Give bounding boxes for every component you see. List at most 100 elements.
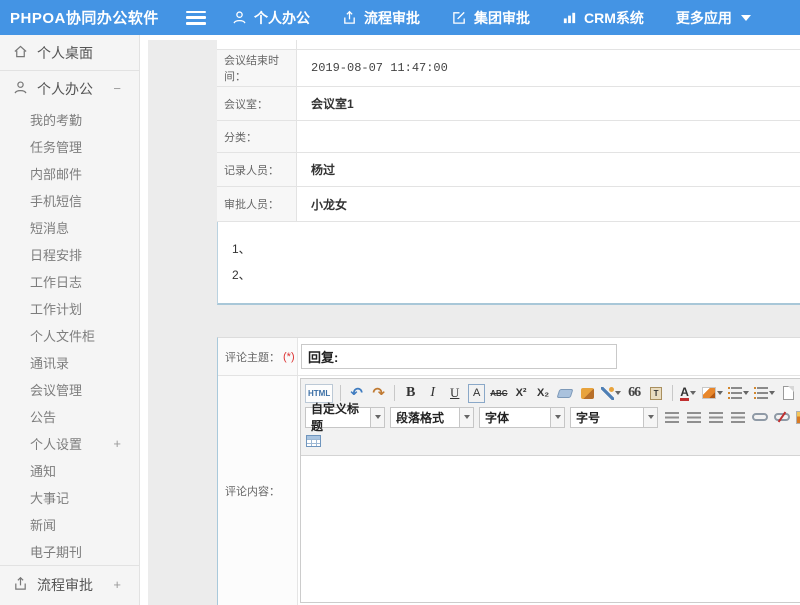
sidebar-item-personal-desktop[interactable]: 个人桌面	[0, 35, 139, 71]
required-mark: (*)	[283, 351, 295, 363]
sidebar-item-contacts[interactable]: 通讯录	[0, 349, 139, 376]
sidebar-item-label: 个人办公	[37, 79, 93, 99]
top-navigation: 个人办公 流程审批 集团审批	[232, 8, 751, 28]
insert-link-icon[interactable]	[751, 408, 768, 427]
menu-toggle-icon[interactable]	[186, 11, 206, 25]
sidebar-item-personal-files[interactable]: 个人文件柜	[0, 322, 139, 349]
user-icon	[13, 80, 28, 98]
sidebar-item-major-events[interactable]: 大事记	[0, 484, 139, 511]
underline-button[interactable]: U	[446, 384, 463, 403]
sidebar-item-label: 新闻	[30, 515, 56, 534]
remove-link-icon[interactable]	[773, 408, 790, 427]
expand-icon[interactable]: +	[113, 577, 121, 592]
caret-down-icon	[717, 391, 723, 395]
highlight-color-button[interactable]	[702, 384, 723, 403]
sidebar-item-work-plan[interactable]: 工作计划	[0, 295, 139, 322]
dropdown-label: 自定义标题	[306, 408, 370, 427]
dropdown-label: 字体	[480, 408, 550, 427]
sidebar-group-personal-office[interactable]: 个人办公 −	[0, 71, 139, 106]
row-label-cell: 会议室：	[217, 87, 297, 120]
nav-crm-system[interactable]: CRM系统	[562, 8, 644, 28]
toolbar-separator	[394, 385, 395, 401]
sidebar-item-work-log[interactable]: 工作日志	[0, 268, 139, 295]
table-row-partial	[217, 40, 800, 50]
row-label-cell: 审批人员：	[217, 187, 297, 221]
nav-more-apps[interactable]: 更多应用	[676, 8, 751, 28]
blockquote-button[interactable]: 66	[626, 384, 643, 403]
insert-image-icon[interactable]	[795, 408, 800, 427]
italic-button[interactable]: I	[424, 384, 441, 403]
format-brush-icon[interactable]	[579, 384, 596, 403]
align-right-button[interactable]	[707, 408, 724, 427]
sidebar-item-my-attendance[interactable]: 我的考勤	[0, 106, 139, 133]
sidebar-item-e-journal[interactable]: 电子期刊	[0, 538, 139, 565]
align-left-button[interactable]	[663, 408, 680, 427]
sidebar-item-personal-settings[interactable]: 个人设置+	[0, 430, 139, 457]
new-page-icon[interactable]	[780, 384, 797, 403]
main-area: 会议结束时间： 2019-08-07 11:47:00 会议室： 会议室1 分类…	[140, 35, 800, 605]
font-color-button[interactable]: A	[680, 384, 697, 403]
sidebar-item-label: 流程审批	[37, 575, 93, 595]
sidebar-item-meeting-management[interactable]: 会议管理	[0, 376, 139, 403]
sidebar: 个人桌面 个人办公 − 我的考勤 任务管理 内部邮件 手机短信 短消息 日程安排…	[0, 35, 140, 605]
sidebar-item-task-management[interactable]: 任务管理	[0, 133, 139, 160]
sidebar-item-label: 短消息	[30, 218, 69, 237]
row-value-cell	[297, 40, 800, 49]
nav-group-approval[interactable]: 集团审批	[452, 8, 530, 28]
font-style-button[interactable]: A	[468, 384, 485, 403]
field-value: 2019-08-07 11:47:00	[311, 61, 448, 75]
sidebar-item-internal-mail[interactable]: 内部邮件	[0, 160, 139, 187]
editor-content-area[interactable]	[301, 456, 800, 602]
sidebar-item-label: 日程安排	[30, 245, 82, 264]
field-label: 会议室：	[224, 96, 268, 112]
bold-button[interactable]: B	[402, 384, 419, 403]
content-area: 会议结束时间： 2019-08-07 11:47:00 会议室： 会议室1 分类…	[148, 40, 800, 605]
collapse-icon[interactable]: −	[113, 81, 121, 96]
caret-down-icon	[769, 391, 775, 395]
bar-chart-icon	[562, 10, 577, 25]
font-family-dropdown[interactable]: 字体	[479, 407, 565, 428]
font-size-dropdown[interactable]: 字号	[570, 407, 658, 428]
table-row-category: 分类：	[217, 121, 800, 153]
sidebar-item-notification[interactable]: 通知	[0, 457, 139, 484]
sidebar-item-label: 我的考勤	[30, 110, 82, 129]
align-justify-button[interactable]	[729, 408, 746, 427]
sidebar-item-news[interactable]: 新闻	[0, 511, 139, 538]
paste-as-text-icon[interactable]: T	[648, 384, 665, 403]
sidebar-item-short-message[interactable]: 短消息	[0, 214, 139, 241]
nav-label: 流程审批	[364, 8, 420, 28]
caret-down-icon	[615, 391, 621, 395]
subscript-button[interactable]: X₂	[535, 384, 552, 403]
paragraph-format-dropdown[interactable]: 段落格式	[390, 407, 474, 428]
superscript-button[interactable]: X²	[513, 384, 530, 403]
unordered-list-button[interactable]	[754, 384, 775, 403]
align-center-button[interactable]	[685, 408, 702, 427]
row-value-cell: 2019-08-07 11:47:00	[297, 50, 800, 86]
sidebar-item-sms[interactable]: 手机短信	[0, 187, 139, 214]
sidebar-item-announcement[interactable]: 公告	[0, 403, 139, 430]
nav-label: CRM系统	[584, 8, 644, 28]
expand-icon[interactable]: +	[113, 436, 121, 451]
nav-label: 更多应用	[676, 8, 732, 28]
home-icon	[13, 44, 28, 62]
sidebar-item-schedule[interactable]: 日程安排	[0, 241, 139, 268]
caret-down-icon	[643, 408, 657, 427]
strikethrough-button[interactable]: ABC	[490, 384, 507, 403]
nav-personal-office[interactable]: 个人办公	[232, 8, 310, 28]
ordered-list-button[interactable]	[728, 384, 749, 403]
comment-subject-input[interactable]	[301, 344, 617, 369]
sidebar-group-workflow-approval[interactable]: 流程审批 +	[0, 565, 139, 603]
nav-workflow-approval[interactable]: 流程审批	[342, 8, 420, 28]
heading-style-dropdown[interactable]: 自定义标题	[305, 407, 385, 428]
row-label-cell: 评论主题： (*)	[218, 338, 298, 375]
sidebar-item-label: 电子期刊	[30, 542, 82, 561]
field-label: 评论主题：	[225, 349, 280, 365]
field-label: 评论内容：	[225, 483, 280, 499]
sidebar-item-label: 工作日志	[30, 272, 82, 291]
row-value-cell: 小龙女	[297, 187, 800, 221]
redo-icon[interactable]: ↷	[370, 384, 387, 403]
field-value: 会议室1	[311, 95, 354, 112]
autoformat-wand-icon[interactable]	[601, 384, 621, 403]
eraser-icon[interactable]	[557, 384, 574, 403]
insert-table-icon[interactable]	[305, 432, 322, 451]
